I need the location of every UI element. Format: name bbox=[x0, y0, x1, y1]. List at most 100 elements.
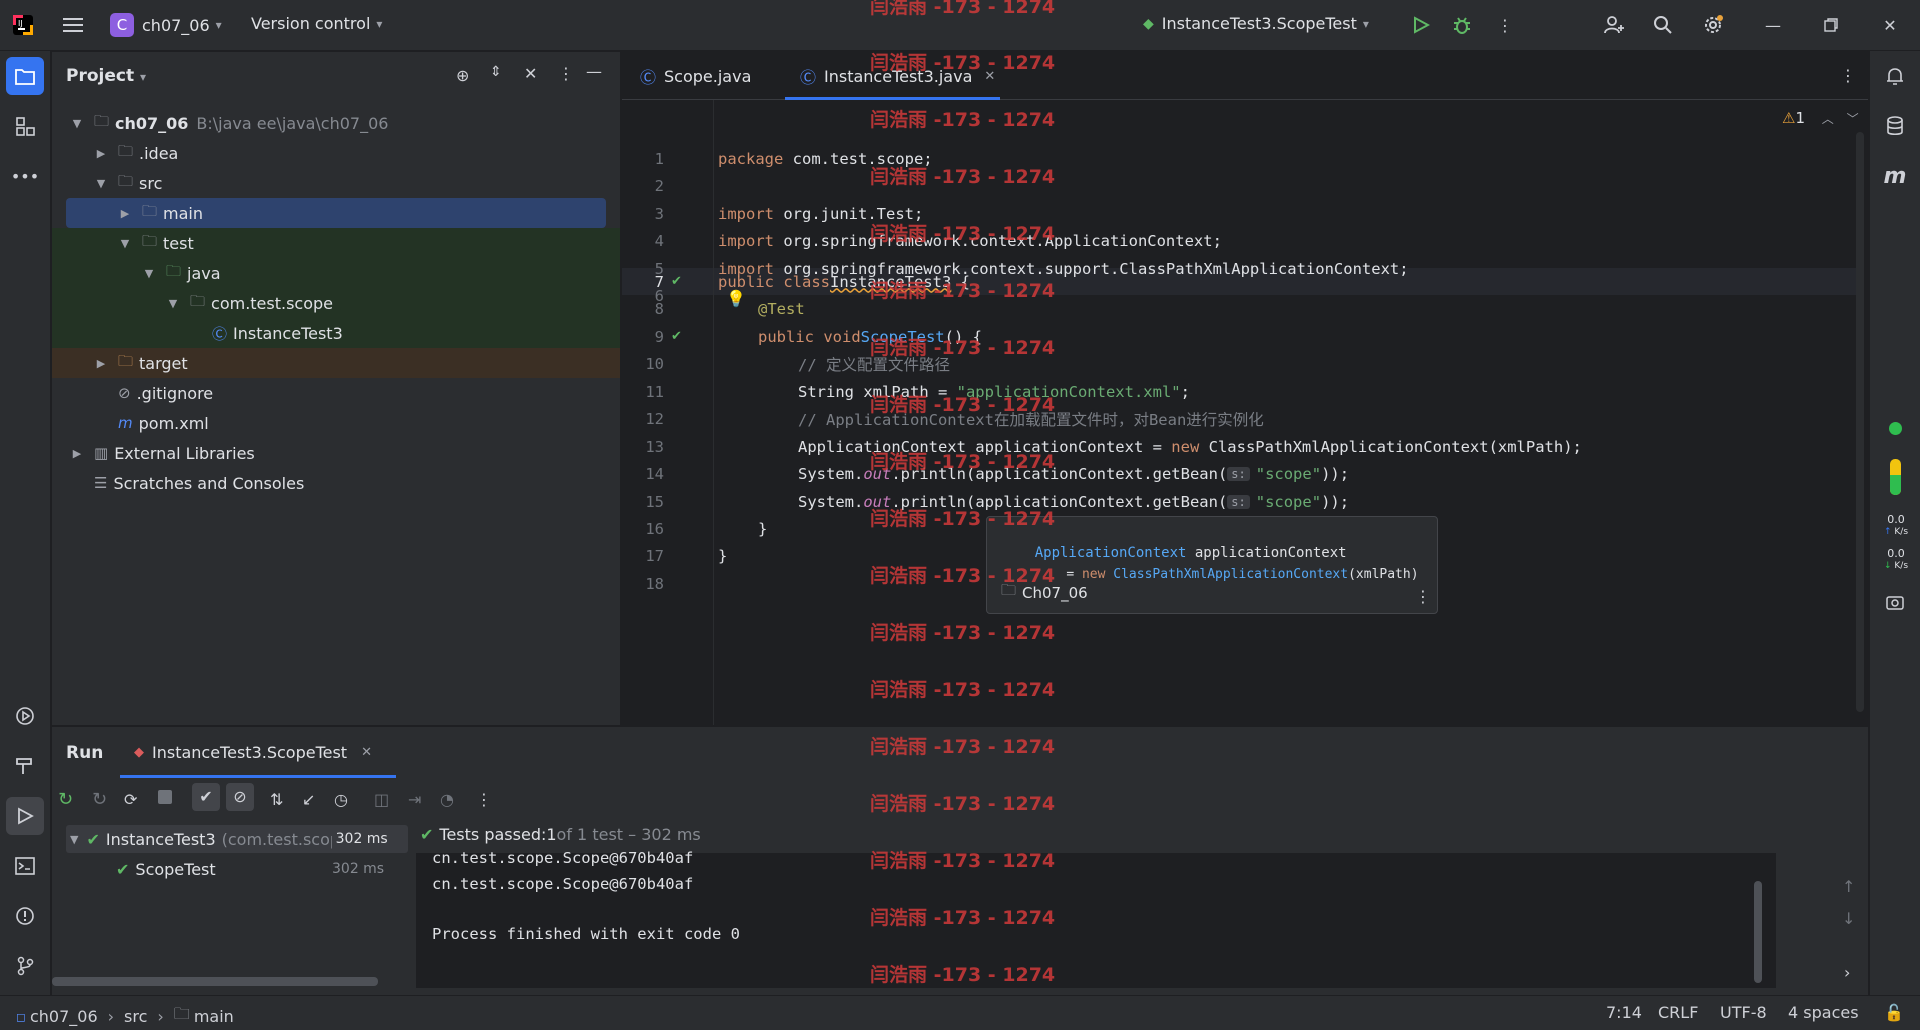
rerun-icon[interactable]: ↻ bbox=[58, 789, 73, 810]
code-line[interactable]: 10// 定义配置文件路径 bbox=[622, 350, 1822, 377]
run-test-gutter-icon[interactable]: ✔ bbox=[671, 329, 682, 344]
export-icon[interactable]: ◫ bbox=[374, 790, 389, 809]
tree-item-java[interactable]: ▼ 🗀 java bbox=[142, 258, 221, 288]
version-control-menu[interactable]: Version control ▾ bbox=[251, 14, 382, 33]
scroll-down-icon[interactable]: ↓ bbox=[1842, 909, 1855, 928]
warning-indicator[interactable]: ⚠1 ︿ ﹀ bbox=[1782, 109, 1859, 127]
main-menu-icon[interactable] bbox=[58, 10, 88, 40]
test-tree-row[interactable]: ▼ ✔ InstanceTest3 (com.test.scop 302 ms bbox=[66, 825, 408, 853]
code-line[interactable]: 12// ApplicationContext在加载配置文件时，对Bean进行实… bbox=[622, 405, 1822, 432]
code-line[interactable]: 13 ApplicationContext applicationContext … bbox=[622, 433, 1822, 460]
tree-item-test[interactable]: ▼ 🗀 test bbox=[118, 228, 194, 258]
close-window-icon[interactable]: ✕ bbox=[1875, 10, 1905, 40]
app-logo-icon[interactable]: IJ bbox=[12, 14, 34, 36]
project-switcher[interactable]: C ch07_06 ▾ bbox=[110, 13, 222, 37]
indent-setting[interactable]: 4 spaces bbox=[1788, 1003, 1859, 1022]
structure-tool-icon[interactable] bbox=[6, 107, 44, 145]
project-tool-icon[interactable] bbox=[6, 57, 44, 95]
collapse-icon[interactable]: ↙ bbox=[302, 790, 315, 809]
run-config-selector[interactable]: ◆ InstanceTest3.ScopeTest ▾ bbox=[1143, 14, 1369, 33]
hide-panel-icon[interactable]: — bbox=[586, 62, 602, 81]
tab-scope-java[interactable]: Ⓒ Scope.java bbox=[640, 52, 751, 100]
tree-item-gitignore[interactable]: ⊘ .gitignore bbox=[118, 378, 213, 408]
tree-item-pom[interactable]: m pom.xml bbox=[118, 408, 209, 438]
collapse-all-icon[interactable]: ✕ bbox=[524, 64, 537, 83]
git-tool-icon[interactable] bbox=[6, 947, 44, 985]
project-panel-title[interactable]: Project ▾ bbox=[66, 66, 146, 86]
code-line[interactable]: 8 @Test bbox=[622, 295, 1822, 322]
show-ignored-icon[interactable]: ⊘ bbox=[226, 783, 254, 811]
coverage-icon[interactable]: ◔ bbox=[440, 790, 454, 809]
notifications-bell-icon[interactable] bbox=[1876, 57, 1914, 95]
lock-icon[interactable]: 🔓 bbox=[1884, 1003, 1904, 1022]
import-icon[interactable]: ⇥ bbox=[408, 790, 421, 809]
code-line[interactable]: 15 System. out .println(applicationContext.… bbox=[622, 488, 1822, 515]
add-user-icon[interactable] bbox=[1599, 10, 1629, 40]
popup-class-link[interactable]: ClassPathXmlApplicationContext bbox=[1105, 567, 1348, 582]
more-tools-icon[interactable]: ••• bbox=[6, 157, 44, 195]
search-icon[interactable] bbox=[1648, 10, 1678, 40]
tree-item-target[interactable]: ▶ 🗀 target bbox=[94, 348, 188, 378]
tab-options-icon[interactable]: ⋮ bbox=[1840, 66, 1856, 85]
settings-gear-icon[interactable] bbox=[1698, 10, 1728, 40]
services-tool-icon[interactable] bbox=[6, 697, 44, 735]
code-line[interactable]: 1 package com.test.scope; bbox=[622, 145, 1822, 172]
cursor-position[interactable]: 7:14 bbox=[1606, 1003, 1642, 1022]
code-line[interactable]: 4 import org.springframework.context.Appl… bbox=[622, 227, 1822, 254]
tree-item-instancetest3[interactable]: Ⓒ InstanceTest3 bbox=[212, 318, 343, 348]
screenshot-camera-icon[interactable] bbox=[1876, 583, 1914, 621]
tree-item-ch07_06[interactable]: ▼ 🗀 ch07_06 B:\java ee\java\ch07_06 bbox=[70, 108, 610, 138]
restore-window-icon[interactable] bbox=[1816, 10, 1846, 40]
run-tab[interactable]: ◆ InstanceTest3.ScopeTest ✕ bbox=[134, 743, 372, 762]
editor-scrollbar[interactable] bbox=[1856, 132, 1864, 712]
tree-item-package[interactable]: ▼ 🗀 com.test.scope bbox=[166, 288, 333, 318]
run-test-gutter-icon[interactable]: ✔ bbox=[671, 274, 682, 289]
toggle-auto-test-icon[interactable]: ⟳ bbox=[124, 790, 137, 809]
run-icon[interactable] bbox=[1406, 10, 1436, 40]
chevron-right-icon[interactable]: › bbox=[1844, 963, 1850, 982]
close-tab-icon[interactable]: ✕ bbox=[361, 745, 372, 760]
panel-options-icon[interactable]: ⋮ bbox=[558, 64, 574, 83]
breadcrumb-item[interactable]: src bbox=[124, 1007, 147, 1026]
database-tool-icon[interactable] bbox=[1876, 107, 1914, 145]
problems-tool-icon[interactable] bbox=[6, 897, 44, 935]
console-scrollbar[interactable] bbox=[1754, 881, 1762, 983]
memory-indicator[interactable] bbox=[1890, 459, 1901, 495]
code-line[interactable]: 9 public void ScopeTest() { bbox=[622, 323, 1822, 350]
breadcrumb-item[interactable]: main bbox=[194, 1007, 234, 1026]
rerun-failed-icon[interactable]: ↻ bbox=[92, 789, 107, 810]
show-passed-icon[interactable]: ✔ bbox=[192, 783, 220, 811]
more-options-icon[interactable]: ⋮ bbox=[476, 790, 492, 809]
code-line[interactable]: 7 public class InstanceTest3 { bbox=[622, 268, 1822, 295]
tree-item-scratches[interactable]: ☰ Scratches and Consoles bbox=[94, 468, 304, 498]
tree-item-idea[interactable]: ▶ 🗀 .idea bbox=[94, 138, 179, 168]
breadcrumb-item[interactable]: ch07_06 bbox=[30, 1007, 98, 1026]
test-tree-row[interactable]: ✔ ScopeTest 302 ms bbox=[116, 855, 408, 883]
terminal-tool-icon[interactable] bbox=[6, 847, 44, 885]
chevron-down-icon[interactable]: ﹀ bbox=[1847, 112, 1859, 126]
chevron-up-icon[interactable]: ︿ bbox=[1822, 112, 1834, 126]
run-tool-icon[interactable] bbox=[6, 797, 44, 835]
minimize-window-icon[interactable]: — bbox=[1758, 10, 1788, 40]
locate-file-icon[interactable]: ⊕ bbox=[456, 66, 469, 85]
console-output[interactable]: cn.test.scope.Scope@670b40af cn.test.sco… bbox=[416, 849, 1776, 988]
stop-icon[interactable] bbox=[158, 790, 172, 804]
file-encoding[interactable]: UTF-8 bbox=[1720, 1003, 1767, 1022]
more-actions-icon[interactable]: ⋮ bbox=[1490, 10, 1520, 40]
scroll-up-icon[interactable]: ↑ bbox=[1842, 877, 1855, 896]
code-line[interactable]: 14 System. out .println(applicationContext.… bbox=[622, 460, 1822, 487]
tree-item-main[interactable]: ▶ 🗀 main bbox=[118, 198, 203, 228]
code-line[interactable]: 3 import org.junit.Test; bbox=[622, 200, 1822, 227]
popup-options-icon[interactable]: ⋮ bbox=[1415, 587, 1431, 606]
code-line[interactable]: 11 String xmlPath = "applicationContext.x… bbox=[622, 378, 1822, 405]
test-tree-scrollbar[interactable] bbox=[52, 977, 378, 986]
debug-icon[interactable] bbox=[1447, 10, 1477, 40]
tree-item-src[interactable]: ▼ 🗀 src bbox=[94, 168, 163, 198]
build-tool-icon[interactable] bbox=[6, 747, 44, 785]
maven-tool-icon[interactable]: m bbox=[1876, 157, 1914, 195]
history-clock-icon[interactable]: ◷ bbox=[334, 790, 348, 809]
sort-icon[interactable]: ⇅ bbox=[270, 790, 283, 809]
expand-all-icon[interactable]: ⇕ bbox=[490, 64, 502, 80]
code-line[interactable]: 2 bbox=[622, 172, 1822, 199]
line-separator[interactable]: CRLF bbox=[1658, 1003, 1698, 1022]
